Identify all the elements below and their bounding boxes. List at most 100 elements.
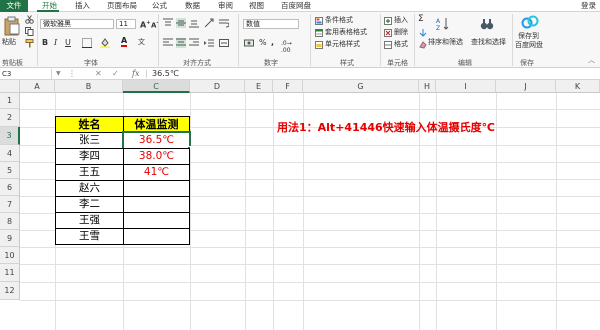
merge-center-icon[interactable]: [219, 38, 229, 48]
tab-view[interactable]: 视图: [249, 0, 264, 12]
comma-button[interactable]: ,: [271, 38, 274, 47]
row-header-7[interactable]: 7: [0, 196, 20, 213]
format-painter-icon[interactable]: [25, 39, 34, 48]
align-right-icon[interactable]: [189, 38, 199, 48]
save-to-button[interactable]: 保存到: [518, 32, 539, 41]
temp-cell[interactable]: 38.0℃: [123, 148, 190, 165]
name-cell[interactable]: 王雪: [55, 228, 124, 245]
row-header-1[interactable]: 1: [0, 93, 20, 109]
name-box[interactable]: C3: [0, 69, 52, 79]
name-box-dropdown-icon[interactable]: ▼: [56, 68, 61, 80]
temp-cell[interactable]: [123, 196, 190, 213]
conditional-format-button[interactable]: 条件格式: [325, 16, 353, 25]
name-cell[interactable]: 李四: [55, 148, 124, 165]
italic-button[interactable]: I: [54, 38, 57, 47]
tab-review[interactable]: 审阅: [218, 0, 233, 12]
align-left-icon[interactable]: [163, 38, 173, 48]
font-color-button[interactable]: A: [121, 37, 128, 47]
temp-cell[interactable]: [123, 228, 190, 245]
decrease-decimal-icon[interactable]: .00: [281, 46, 291, 55]
row-header-4[interactable]: 4: [0, 145, 20, 162]
column-header-a[interactable]: A: [20, 80, 55, 93]
percent-button[interactable]: %: [259, 38, 267, 47]
row-header-8[interactable]: 8: [0, 213, 20, 230]
column-header-k[interactable]: K: [556, 80, 600, 93]
column-header-h[interactable]: H: [419, 80, 436, 93]
number-format-dropdown[interactable]: 数值: [243, 19, 299, 29]
row-header-6[interactable]: 6: [0, 179, 20, 196]
increase-font-icon[interactable]: A+: [140, 19, 150, 30]
align-top-icon[interactable]: [163, 18, 173, 28]
column-header-f[interactable]: F: [273, 80, 303, 93]
tab-insert[interactable]: 插入: [75, 0, 90, 12]
cell-style-button[interactable]: 单元格样式: [325, 40, 360, 49]
column-header-d[interactable]: D: [190, 80, 245, 93]
row-header-2[interactable]: 2: [0, 109, 20, 127]
font-name-dropdown[interactable]: 微软雅黑: [40, 19, 114, 29]
clear-icon[interactable]: [419, 41, 427, 49]
borders-icon[interactable]: [82, 38, 92, 48]
fill-down-icon[interactable]: [419, 29, 427, 37]
copy-icon[interactable]: [25, 27, 34, 36]
name-cell[interactable]: 张三: [55, 132, 124, 149]
bold-button[interactable]: B: [42, 38, 48, 47]
table-header-name[interactable]: 姓名: [55, 116, 124, 133]
collapse-ribbon-icon[interactable]: ︿: [588, 56, 595, 65]
row-header-10[interactable]: 10: [0, 247, 20, 264]
align-center-icon[interactable]: [176, 38, 186, 48]
delete-cells-button[interactable]: 删除: [394, 28, 408, 37]
currency-icon[interactable]: [244, 38, 254, 48]
file-menu-button[interactable]: 文件: [0, 0, 28, 12]
gridline: [245, 93, 246, 330]
tab-formulas[interactable]: 公式: [152, 0, 167, 12]
login-link[interactable]: 登录: [581, 0, 596, 12]
font-size-dropdown[interactable]: 11: [116, 19, 136, 29]
fill-color-icon[interactable]: [100, 38, 110, 48]
sort-filter-button[interactable]: 排序和筛选: [428, 38, 463, 47]
insert-function-button[interactable]: fx: [132, 68, 139, 80]
phonetic-button[interactable]: 文: [138, 38, 145, 47]
name-cell[interactable]: 赵六: [55, 180, 124, 197]
row-header-5[interactable]: 5: [0, 162, 20, 179]
table-header-temp[interactable]: 体温监测: [123, 116, 190, 133]
paste-button[interactable]: 粘贴: [2, 14, 22, 54]
column-header-e[interactable]: E: [245, 80, 273, 93]
column-header-c[interactable]: C: [123, 80, 190, 93]
column-header-j[interactable]: J: [496, 80, 556, 93]
align-middle-icon[interactable]: [176, 18, 186, 28]
column-header-b[interactable]: B: [55, 80, 123, 93]
row-header-3[interactable]: 3: [0, 127, 20, 145]
insert-cells-button[interactable]: 插入: [394, 16, 408, 25]
tab-data[interactable]: 数据: [185, 0, 200, 12]
row-header-9[interactable]: 9: [0, 230, 20, 247]
name-cell[interactable]: 王五: [55, 164, 124, 181]
autosum-icon[interactable]: Σ: [418, 15, 424, 24]
column-header-i[interactable]: I: [436, 80, 496, 93]
select-all-button[interactable]: [0, 80, 20, 93]
align-bottom-icon[interactable]: [189, 18, 199, 28]
confirm-entry-icon[interactable]: ✓: [112, 68, 119, 80]
find-select-button[interactable]: 查找和选择: [471, 38, 506, 47]
table-format-button[interactable]: 套用表格格式: [325, 28, 367, 37]
text-orientation-icon[interactable]: [204, 18, 214, 28]
worksheet-grid[interactable]: A B C D E F G H I J K 1 2 3 4 5 6 7 8 9 …: [0, 80, 600, 330]
temp-cell-selected[interactable]: 36.5℃: [122, 131, 191, 150]
format-cells-button[interactable]: 格式: [394, 40, 408, 49]
temp-cell[interactable]: [123, 212, 190, 229]
tab-page-layout[interactable]: 页面布局: [107, 0, 137, 12]
formula-input[interactable]: 36.5℃: [152, 68, 179, 80]
cut-icon[interactable]: [25, 15, 34, 24]
wrap-text-icon[interactable]: [219, 18, 229, 28]
temp-cell[interactable]: 41℃: [123, 164, 190, 181]
underline-button[interactable]: U: [65, 38, 71, 47]
row-header-11[interactable]: 11: [0, 264, 20, 282]
cancel-entry-icon[interactable]: ✕: [95, 68, 102, 80]
column-header-g[interactable]: G: [303, 80, 419, 93]
indent-icon[interactable]: [204, 38, 214, 48]
name-cell[interactable]: 李二: [55, 196, 124, 213]
temp-cell[interactable]: [123, 180, 190, 197]
name-cell[interactable]: 王强: [55, 212, 124, 229]
row-header-12[interactable]: 12: [0, 282, 20, 300]
table-format-icon: [315, 29, 323, 37]
tab-baidu-disk[interactable]: 百度网盘: [281, 0, 311, 12]
